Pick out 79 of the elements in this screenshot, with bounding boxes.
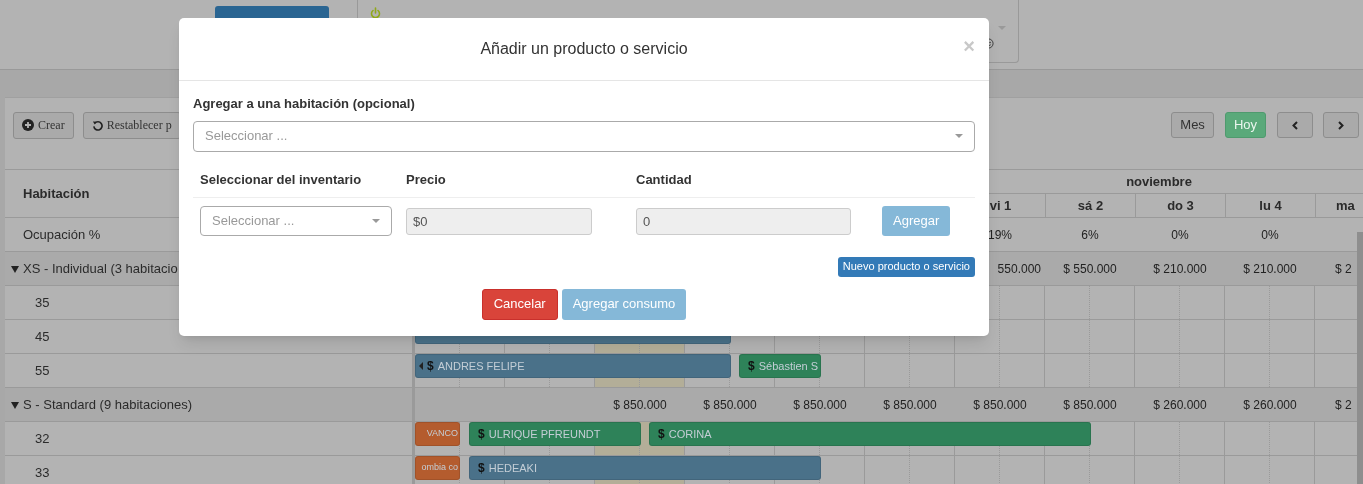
room-number: 32 xyxy=(35,429,50,448)
price-value: $ 210.000 xyxy=(1243,260,1297,278)
booking-bar[interactable]: VANCO xyxy=(415,422,460,446)
row-label: Ocupación % xyxy=(23,225,101,244)
next-button[interactable] xyxy=(1323,112,1359,138)
plus-circle-icon xyxy=(22,119,34,131)
occupancy-value: 0% xyxy=(1171,226,1189,244)
scrollbar[interactable] xyxy=(1357,232,1363,484)
guest-name: CORINA xyxy=(668,426,712,442)
expanded-arrow-icon[interactable] xyxy=(11,400,19,409)
occupancy-value: 0% xyxy=(1261,226,1279,244)
guest-name: Sébastien S xyxy=(758,358,818,374)
price-value: $ 850.000 xyxy=(613,396,667,414)
price-value: $ 2 xyxy=(1335,396,1352,414)
column-header: Seleccionar del inventario xyxy=(200,171,363,190)
guest-name: ANDRES FELIPE xyxy=(437,358,525,374)
column-header: Precio xyxy=(406,171,447,190)
field-label: Agregar a una habitación (opcional) xyxy=(193,95,416,113)
occupancy-value: 6% xyxy=(1081,226,1099,244)
price-value: 550.000 xyxy=(997,260,1041,278)
price-value: $ 850.000 xyxy=(1063,396,1117,414)
create-button[interactable]: Crear xyxy=(13,111,74,139)
undo-icon xyxy=(91,119,103,131)
day-header: do 3 xyxy=(1167,196,1194,215)
guest-name: HEDEAKI xyxy=(488,460,537,476)
room-number: 35 xyxy=(35,293,50,312)
price-field[interactable]: $0 xyxy=(406,207,592,235)
dollar-sign: $ xyxy=(478,460,485,477)
booking-bar[interactable]: $ ULRIQUE PFREUNDT xyxy=(469,422,641,446)
dollar-sign: $ xyxy=(427,358,434,375)
dollar-sign: $ xyxy=(478,426,485,443)
dollar-sign: $ xyxy=(748,358,755,375)
caret-icon xyxy=(955,134,963,138)
room-number: 45 xyxy=(35,327,50,346)
price-value: $ 210.000 xyxy=(1153,260,1207,278)
power-icon xyxy=(370,7,381,19)
booking-bar[interactable]: $ HEDEAKI xyxy=(469,456,821,480)
inventory-select[interactable]: Seleccionar ... xyxy=(200,206,392,236)
price-value: $ 260.000 xyxy=(1243,396,1297,414)
day-header: sá 2 xyxy=(1077,196,1104,215)
cancel-button[interactable]: Cancelar xyxy=(481,288,558,320)
room-select[interactable]: Seleccionar ... xyxy=(193,120,975,152)
price-value: $ 850.000 xyxy=(703,396,757,414)
price-value: $ 850.000 xyxy=(883,396,937,414)
price-value: $ 2 xyxy=(1335,260,1352,278)
occupancy-value: 19% xyxy=(988,226,1012,244)
guest-name: VANCO xyxy=(426,427,458,441)
room-number: 55 xyxy=(35,361,50,380)
today-button[interactable]: Hoy xyxy=(1224,112,1266,138)
room-number: 33 xyxy=(35,463,50,482)
caret-icon xyxy=(372,219,380,223)
booking-bar[interactable]: $ Sébastien S xyxy=(739,354,821,378)
chevron-left-icon xyxy=(1292,120,1298,130)
room-type-label: XS - Individual (3 habitacio xyxy=(23,259,178,278)
price-value: $ 550.000 xyxy=(1063,260,1117,278)
price-value: $ 260.000 xyxy=(1153,396,1207,414)
booking-bar[interactable]: $ CORINA xyxy=(649,422,1091,446)
quantity-field[interactable]: 0 xyxy=(636,207,851,235)
price-value: $ 850.000 xyxy=(973,396,1027,414)
month-label: noviembre xyxy=(1126,172,1192,191)
day-header: ma xyxy=(1336,196,1355,215)
chevron-right-icon xyxy=(1338,120,1344,130)
reset-button[interactable]: Restablecer p xyxy=(82,111,181,139)
month-button[interactable]: Mes xyxy=(1171,112,1214,138)
expanded-arrow-icon[interactable] xyxy=(11,264,19,273)
dollar-sign: $ xyxy=(658,426,665,443)
previous-button[interactable] xyxy=(1277,112,1313,138)
column-header: Cantidad xyxy=(636,171,692,190)
room-type-label: S - Standard (9 habitaciones) xyxy=(23,395,193,414)
price-value: $ 850.000 xyxy=(793,396,847,414)
dialog-title: Añadir un producto o servicio xyxy=(480,39,688,59)
column-header: Habitación xyxy=(23,184,90,203)
guest-name: ombia co xyxy=(421,461,458,475)
day-header: lu 4 xyxy=(1259,196,1282,215)
booking-bar[interactable]: $ ANDRES FELIPE xyxy=(415,354,731,378)
booking-bar[interactable]: ombia co xyxy=(415,456,460,480)
day-header: vi 1 xyxy=(989,196,1012,215)
new-product-button[interactable]: Nuevo producto o servicio xyxy=(837,256,975,277)
guest-name: ULRIQUE PFREUNDT xyxy=(488,426,601,442)
